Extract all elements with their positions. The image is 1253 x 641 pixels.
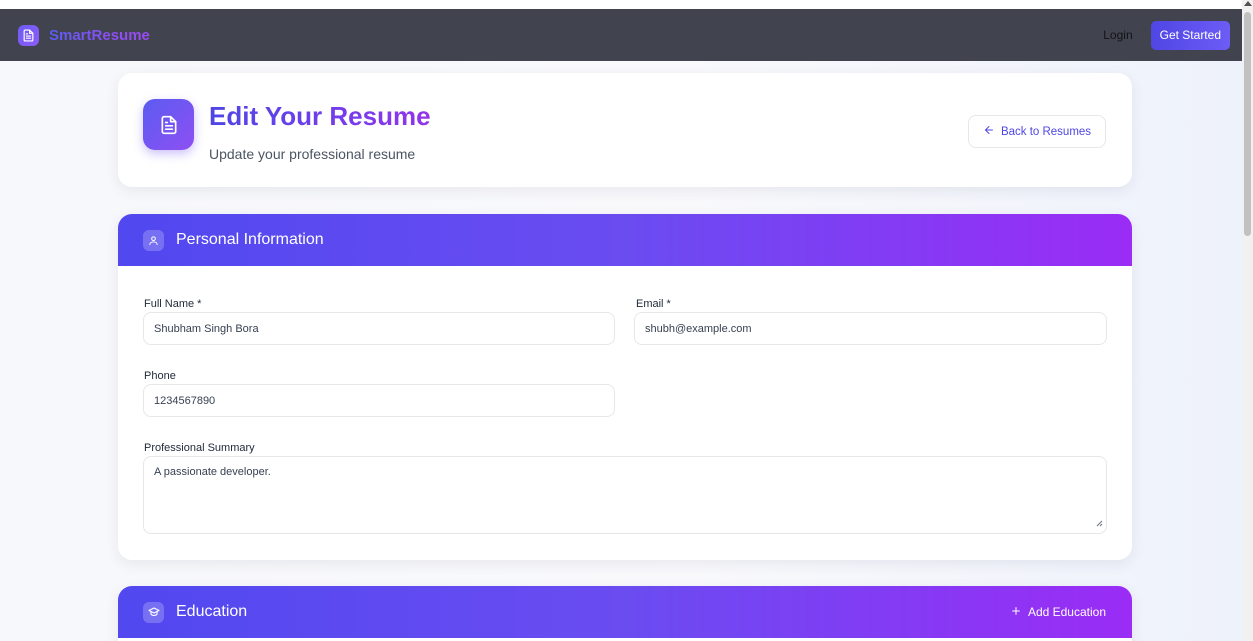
plus-icon <box>1011 605 1021 619</box>
add-education-button[interactable]: Add Education <box>1011 605 1106 619</box>
arrow-left-icon <box>983 124 995 139</box>
brand[interactable]: SmartResume <box>18 24 150 46</box>
section-title: Personal Information <box>176 231 324 248</box>
back-to-resumes-label: Back to Resumes <box>1000 125 1092 138</box>
scroll-up-arrow-icon[interactable] <box>1244 1 1252 6</box>
personal-information-section: Personal Information Full Name * Shubham… <box>118 214 1132 560</box>
back-to-resumes-button[interactable]: Back to Resumes <box>968 115 1106 148</box>
phone-label: Phone <box>144 370 176 382</box>
top-navbar: SmartResume Login Get Started <box>0 9 1242 61</box>
professional-summary-label: Professional Summary <box>144 442 255 454</box>
scrollbar-thumb[interactable] <box>1244 12 1251 236</box>
document-icon <box>18 24 39 46</box>
nav-actions: Login Get Started <box>1103 20 1230 50</box>
section-title: Education <box>176 603 248 620</box>
phone-input[interactable]: 1234567890 <box>143 384 615 417</box>
get-started-button[interactable]: Get Started <box>1150 20 1230 50</box>
page-subtitle: Update your professional resume <box>209 146 416 162</box>
full-name-input[interactable]: Shubham Singh Bora <box>143 312 615 345</box>
login-link[interactable]: Login <box>1103 28 1132 42</box>
education-section: Education Add Education <box>118 586 1132 641</box>
graduation-cap-icon <box>143 601 164 623</box>
brand-name: SmartResume <box>49 26 150 44</box>
professional-summary-value: A passionate developer. <box>154 466 271 478</box>
window-top-strip <box>0 0 1253 9</box>
personal-information-header: Personal Information <box>118 214 1132 266</box>
user-icon <box>143 229 164 251</box>
education-header: Education Add Education <box>118 586 1132 638</box>
email-input[interactable]: shubh@example.com <box>634 312 1107 345</box>
page-header-card: Edit Your Resume Update your professiona… <box>118 73 1132 187</box>
page-title: Edit Your Resume <box>209 101 431 131</box>
add-education-label: Add Education <box>1027 605 1106 619</box>
email-label: Email * <box>636 298 671 310</box>
professional-summary-textarea[interactable]: A passionate developer. <box>143 456 1107 534</box>
resize-grip-icon[interactable] <box>1095 518 1103 530</box>
main-content: Edit Your Resume Update your professiona… <box>0 61 1242 641</box>
page-scrollbar[interactable] <box>1242 0 1253 641</box>
document-icon <box>143 99 194 150</box>
full-name-label: Full Name * <box>144 298 202 310</box>
